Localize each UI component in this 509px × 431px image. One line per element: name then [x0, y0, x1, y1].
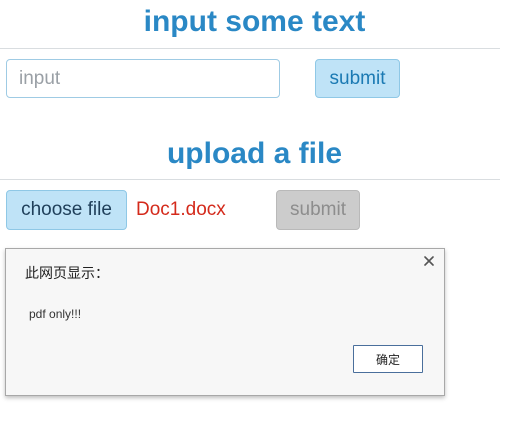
dialog-title: 此网页显示：: [25, 265, 109, 281]
close-icon-glyph: [424, 256, 434, 266]
text-input[interactable]: [6, 59, 280, 98]
divider: [0, 179, 500, 180]
close-icon[interactable]: [422, 254, 436, 268]
page: input some text submit upload a file cho…: [0, 0, 509, 431]
selected-file-name: Doc1.docx: [136, 199, 226, 220]
divider: [0, 48, 500, 49]
upload-section-title: upload a file: [166, 137, 343, 170]
dialog-message: pdf only!!!: [29, 307, 82, 321]
text-submit-button[interactable]: submit: [315, 59, 400, 98]
ok-button[interactable]: 确定: [353, 345, 423, 373]
alert-dialog: 此网页显示： pdf only!!! 确定: [5, 248, 445, 396]
choose-file-button[interactable]: choose file: [6, 190, 127, 230]
upload-submit-button: submit: [276, 190, 360, 230]
text-section-title: input some text: [143, 5, 366, 38]
